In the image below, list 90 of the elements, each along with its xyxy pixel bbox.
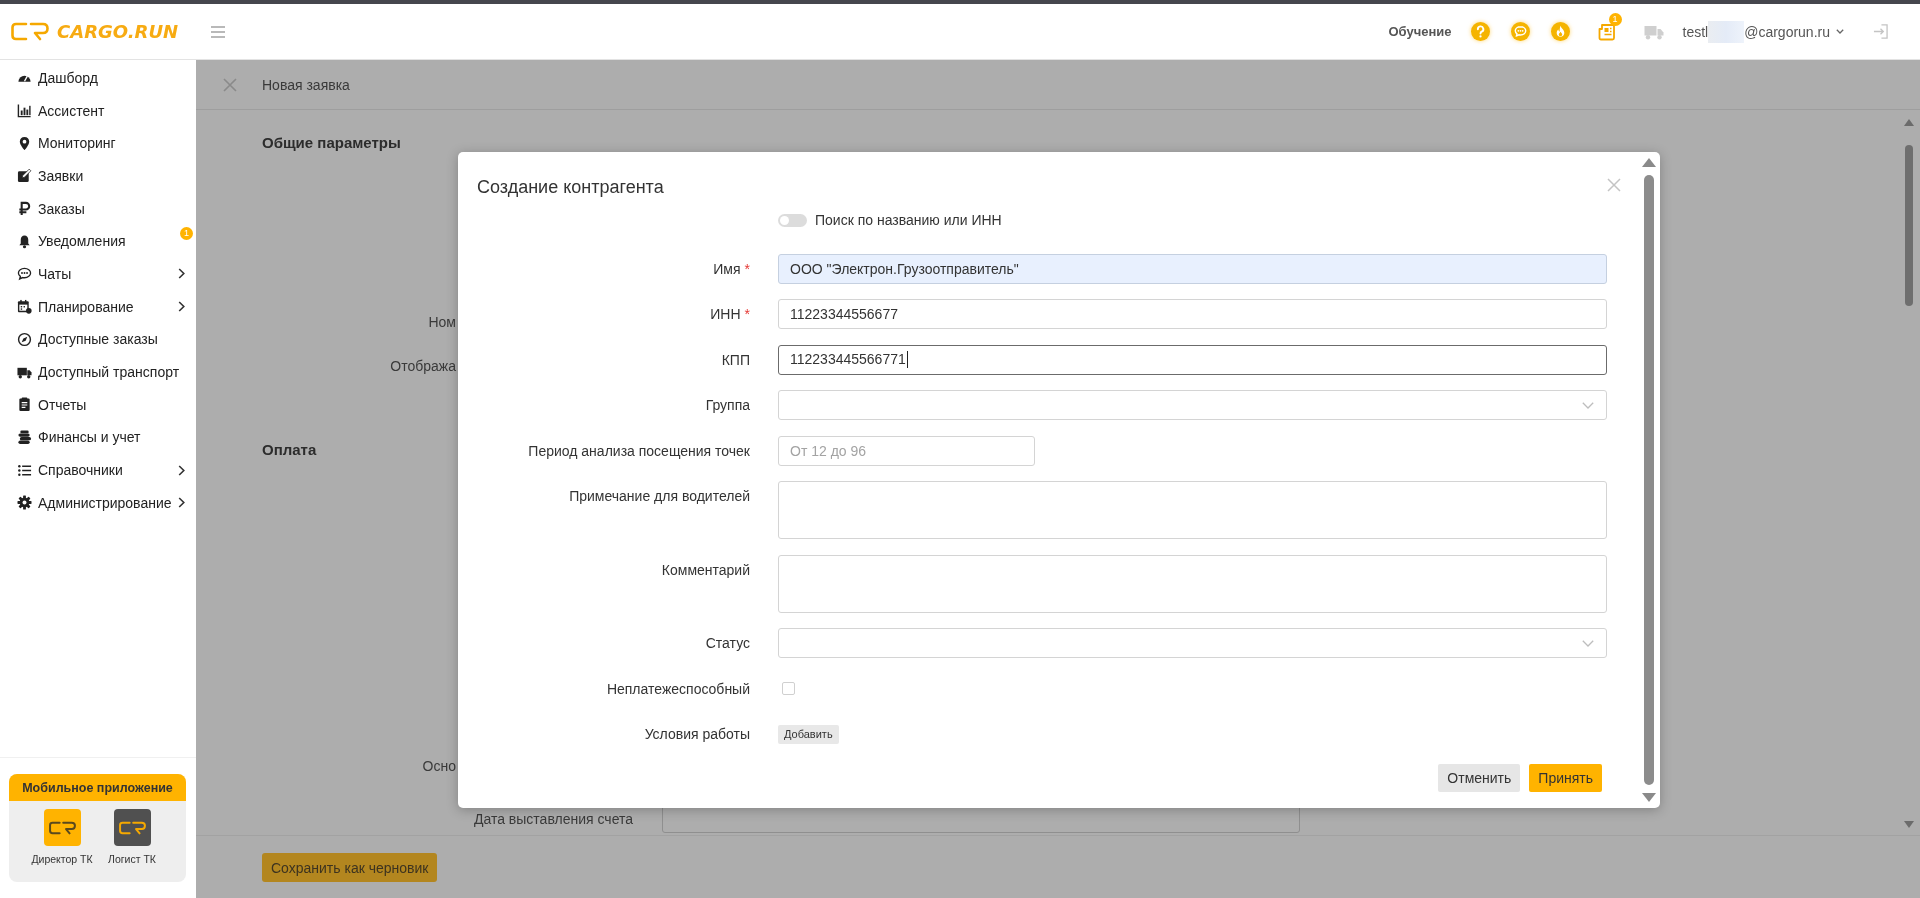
- section-heading: Оплата: [262, 441, 317, 459]
- save-draft-button[interactable]: Сохранить как черновик: [262, 853, 438, 882]
- input-field[interactable]: ООО "Электрон.Грузоотправитель": [778, 253, 1607, 284]
- sidebar-item[interactable]: Доступный транспорт: [0, 355, 196, 389]
- required-mark: *: [744, 259, 750, 279]
- flame-icon[interactable]: [1550, 22, 1570, 41]
- input-field[interactable]: 11223344556677: [778, 299, 1607, 329]
- sidebar-item[interactable]: Ассистент: [0, 94, 196, 127]
- field-label: Условия работы: [644, 725, 750, 744]
- sidebar-item[interactable]: Доступные заказы: [0, 323, 196, 356]
- sidebar-item[interactable]: Отчеты: [0, 388, 196, 422]
- scroll-up-icon[interactable]: [1641, 158, 1656, 167]
- bell-icon: [17, 233, 32, 249]
- compass-icon: [17, 331, 32, 347]
- scroll-up-icon[interactable]: [1904, 119, 1914, 126]
- field-label: Группа: [705, 396, 750, 415]
- field-label: Осно: [422, 758, 456, 774]
- notification-badge: 1: [180, 226, 193, 240]
- app-label[interactable]: Директор ТК: [31, 853, 93, 865]
- field-label: Дата выставления счета: [473, 810, 633, 827]
- logo-icon: [11, 22, 49, 41]
- chevron-down-icon: [1582, 401, 1594, 409]
- field-label: Имя: [713, 259, 741, 279]
- calendar-icon: [17, 299, 32, 315]
- app-label[interactable]: Логист ТК: [108, 853, 156, 865]
- truck-icon[interactable]: [1643, 23, 1664, 40]
- input-field[interactable]: 112233445566771: [778, 344, 1607, 375]
- app-icon[interactable]: [43, 809, 81, 846]
- close-icon[interactable]: [223, 77, 237, 92]
- learning-link[interactable]: Обучение: [1388, 24, 1452, 39]
- sidebar-item[interactable]: Планирование: [0, 290, 196, 323]
- section-heading: Общие параметры: [262, 134, 401, 152]
- notification-badge: 1: [1608, 12, 1622, 26]
- sidebar-item[interactable]: Финансы и учет: [0, 421, 196, 454]
- edit-icon: [17, 168, 32, 184]
- clipboard-icon: [17, 397, 32, 413]
- scroll-down-icon[interactable]: [1904, 821, 1914, 828]
- scrollbar-thumb[interactable]: [1643, 175, 1654, 785]
- field-label: ИНН: [710, 305, 741, 324]
- mobile-app-header: Мобильное приложение: [9, 774, 186, 801]
- sidebar-item[interactable]: Справочники: [0, 453, 196, 487]
- caret-down-icon[interactable]: [1836, 29, 1844, 34]
- toggle-label: Поиск по названию или ИНН: [815, 212, 1002, 228]
- chat-bubble-icon: [17, 266, 32, 282]
- chat-icon[interactable]: [1510, 22, 1530, 41]
- select-field[interactable]: [778, 390, 1607, 420]
- field-label: Статус: [705, 634, 750, 653]
- dialog-title: Создание контрагента: [477, 176, 664, 198]
- scrollbar-thumb[interactable]: [1905, 145, 1913, 306]
- sidebar-item[interactable]: Дашборд: [0, 61, 196, 95]
- select-field[interactable]: [778, 628, 1607, 658]
- page-title: Новая заявка: [262, 76, 350, 93]
- field-label: Период анализа посещения точек: [528, 441, 750, 461]
- list-icon: [17, 462, 32, 478]
- ruble-icon: [17, 201, 32, 217]
- field-label: Примечание для водителей: [569, 487, 750, 506]
- text-area[interactable]: [778, 481, 1607, 539]
- field-label: КПП: [721, 350, 750, 370]
- cancel-button[interactable]: Отменить: [1438, 764, 1521, 792]
- sidebar-item[interactable]: Мониторинг: [0, 126, 196, 160]
- field-label: Неплатежеспособный: [606, 679, 750, 699]
- sidebar-item[interactable]: Уведомления: [0, 224, 178, 258]
- text-area[interactable]: [778, 554, 1607, 613]
- sidebar-item[interactable]: Заявки: [0, 159, 196, 193]
- field-label: Ном: [428, 314, 456, 330]
- map-pin-icon: [17, 135, 32, 151]
- newspaper-icon[interactable]: [1597, 21, 1616, 42]
- bar-chart-icon: [17, 103, 32, 119]
- app-icon[interactable]: [113, 809, 151, 846]
- redaction-block: [1708, 20, 1745, 43]
- toggle-switch[interactable]: [778, 213, 807, 227]
- logout-icon[interactable]: [1873, 24, 1888, 39]
- required-mark: *: [744, 305, 750, 324]
- sidebar-item[interactable]: Администрирование: [0, 486, 196, 520]
- sidebar-item[interactable]: Заказы: [0, 192, 196, 225]
- add-button[interactable]: Добавить: [778, 724, 839, 744]
- scroll-down-icon[interactable]: [1641, 793, 1656, 802]
- close-icon[interactable]: [1607, 178, 1621, 192]
- gear-icon: [17, 495, 32, 511]
- user-login-text[interactable]: testl: [1682, 23, 1709, 40]
- chevron-down-icon: [1582, 639, 1594, 647]
- field-label: Отобража: [390, 358, 456, 374]
- help-icon[interactable]: [1470, 22, 1490, 41]
- coin-stack-icon: [17, 429, 32, 445]
- email-domain-text[interactable]: @cargorun.ru: [1744, 23, 1830, 40]
- menu-icon[interactable]: [211, 25, 226, 38]
- accept-button[interactable]: Принять: [1529, 764, 1602, 792]
- sidebar-item[interactable]: Чаты: [0, 257, 196, 291]
- checkbox[interactable]: [782, 682, 795, 695]
- field-label: Комментарий: [661, 560, 750, 580]
